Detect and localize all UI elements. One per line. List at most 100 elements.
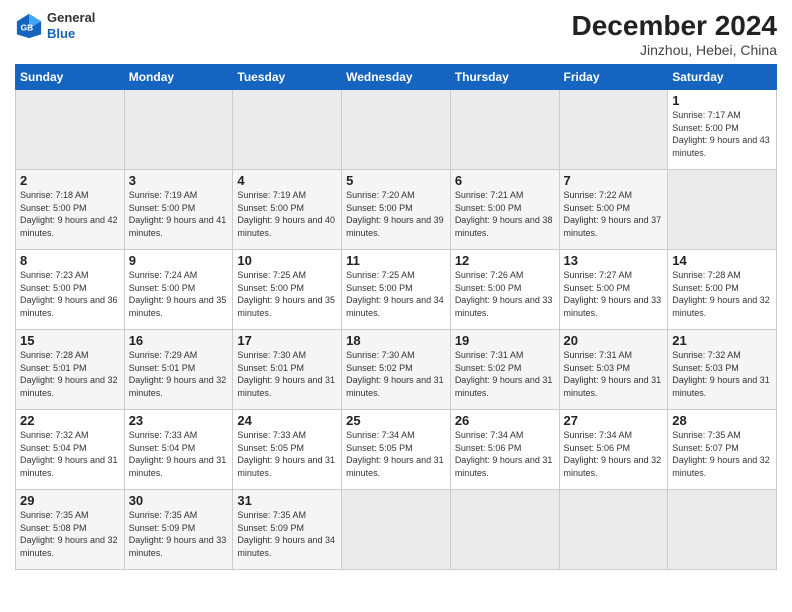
- calendar-cell: 17Sunrise: 7:30 AM Sunset: 5:01 PM Dayli…: [233, 330, 342, 410]
- weekday-thursday: Thursday: [450, 65, 559, 90]
- day-number: 4: [237, 173, 337, 188]
- page-container: GB General Blue December 2024 Jinzhou, H…: [0, 0, 792, 612]
- location: Jinzhou, Hebei, China: [572, 42, 777, 58]
- calendar-cell: 5Sunrise: 7:20 AM Sunset: 5:00 PM Daylig…: [342, 170, 451, 250]
- logo: GB General Blue: [15, 10, 95, 41]
- day-info: Sunrise: 7:33 AM Sunset: 5:05 PM Dayligh…: [237, 429, 337, 479]
- day-number: 27: [564, 413, 664, 428]
- day-number: 14: [672, 253, 772, 268]
- calendar-cell: 1Sunrise: 7:17 AM Sunset: 5:00 PM Daylig…: [668, 90, 777, 170]
- day-number: 16: [129, 333, 229, 348]
- day-number: 12: [455, 253, 555, 268]
- logo-text: General Blue: [47, 10, 95, 41]
- calendar-cell: 18Sunrise: 7:30 AM Sunset: 5:02 PM Dayli…: [342, 330, 451, 410]
- day-info: Sunrise: 7:30 AM Sunset: 5:02 PM Dayligh…: [346, 349, 446, 399]
- weekday-monday: Monday: [124, 65, 233, 90]
- day-number: 25: [346, 413, 446, 428]
- calendar-cell: 22Sunrise: 7:32 AM Sunset: 5:04 PM Dayli…: [16, 410, 125, 490]
- day-info: Sunrise: 7:35 AM Sunset: 5:09 PM Dayligh…: [237, 509, 337, 559]
- week-row-6: 29Sunrise: 7:35 AM Sunset: 5:08 PM Dayli…: [16, 490, 777, 570]
- day-number: 26: [455, 413, 555, 428]
- calendar-cell: 25Sunrise: 7:34 AM Sunset: 5:05 PM Dayli…: [342, 410, 451, 490]
- day-info: Sunrise: 7:20 AM Sunset: 5:00 PM Dayligh…: [346, 189, 446, 239]
- day-info: Sunrise: 7:32 AM Sunset: 5:04 PM Dayligh…: [20, 429, 120, 479]
- logo-blue: Blue: [47, 26, 95, 42]
- day-info: Sunrise: 7:17 AM Sunset: 5:00 PM Dayligh…: [672, 109, 772, 159]
- calendar-cell: 30Sunrise: 7:35 AM Sunset: 5:09 PM Dayli…: [124, 490, 233, 570]
- calendar-cell: 9Sunrise: 7:24 AM Sunset: 5:00 PM Daylig…: [124, 250, 233, 330]
- calendar-cell: [668, 170, 777, 250]
- calendar-cell: [124, 90, 233, 170]
- calendar-cell: 29Sunrise: 7:35 AM Sunset: 5:08 PM Dayli…: [16, 490, 125, 570]
- day-number: 22: [20, 413, 120, 428]
- day-number: 5: [346, 173, 446, 188]
- calendar-cell: 2Sunrise: 7:18 AM Sunset: 5:00 PM Daylig…: [16, 170, 125, 250]
- calendar-cell: 14Sunrise: 7:28 AM Sunset: 5:00 PM Dayli…: [668, 250, 777, 330]
- day-number: 20: [564, 333, 664, 348]
- day-number: 3: [129, 173, 229, 188]
- calendar-cell: [342, 90, 451, 170]
- day-info: Sunrise: 7:35 AM Sunset: 5:07 PM Dayligh…: [672, 429, 772, 479]
- calendar-cell: [450, 490, 559, 570]
- weekday-header-row: SundayMondayTuesdayWednesdayThursdayFrid…: [16, 65, 777, 90]
- calendar-cell: 13Sunrise: 7:27 AM Sunset: 5:00 PM Dayli…: [559, 250, 668, 330]
- week-row-3: 8Sunrise: 7:23 AM Sunset: 5:00 PM Daylig…: [16, 250, 777, 330]
- week-row-5: 22Sunrise: 7:32 AM Sunset: 5:04 PM Dayli…: [16, 410, 777, 490]
- day-info: Sunrise: 7:28 AM Sunset: 5:00 PM Dayligh…: [672, 269, 772, 319]
- day-number: 13: [564, 253, 664, 268]
- day-info: Sunrise: 7:19 AM Sunset: 5:00 PM Dayligh…: [129, 189, 229, 239]
- week-row-4: 15Sunrise: 7:28 AM Sunset: 5:01 PM Dayli…: [16, 330, 777, 410]
- day-number: 6: [455, 173, 555, 188]
- weekday-friday: Friday: [559, 65, 668, 90]
- day-info: Sunrise: 7:33 AM Sunset: 5:04 PM Dayligh…: [129, 429, 229, 479]
- day-info: Sunrise: 7:26 AM Sunset: 5:00 PM Dayligh…: [455, 269, 555, 319]
- day-number: 23: [129, 413, 229, 428]
- day-info: Sunrise: 7:31 AM Sunset: 5:03 PM Dayligh…: [564, 349, 664, 399]
- day-number: 29: [20, 493, 120, 508]
- svg-text:GB: GB: [21, 22, 34, 32]
- calendar-cell: 11Sunrise: 7:25 AM Sunset: 5:00 PM Dayli…: [342, 250, 451, 330]
- calendar-cell: 26Sunrise: 7:34 AM Sunset: 5:06 PM Dayli…: [450, 410, 559, 490]
- calendar-cell: 27Sunrise: 7:34 AM Sunset: 5:06 PM Dayli…: [559, 410, 668, 490]
- day-number: 1: [672, 93, 772, 108]
- weekday-sunday: Sunday: [16, 65, 125, 90]
- day-info: Sunrise: 7:25 AM Sunset: 5:00 PM Dayligh…: [346, 269, 446, 319]
- day-number: 19: [455, 333, 555, 348]
- day-number: 7: [564, 173, 664, 188]
- calendar-cell: [233, 90, 342, 170]
- day-number: 21: [672, 333, 772, 348]
- calendar-cell: 19Sunrise: 7:31 AM Sunset: 5:02 PM Dayli…: [450, 330, 559, 410]
- week-row-2: 2Sunrise: 7:18 AM Sunset: 5:00 PM Daylig…: [16, 170, 777, 250]
- day-info: Sunrise: 7:28 AM Sunset: 5:01 PM Dayligh…: [20, 349, 120, 399]
- day-number: 30: [129, 493, 229, 508]
- calendar-cell: 15Sunrise: 7:28 AM Sunset: 5:01 PM Dayli…: [16, 330, 125, 410]
- calendar-cell: 6Sunrise: 7:21 AM Sunset: 5:00 PM Daylig…: [450, 170, 559, 250]
- page-header: GB General Blue December 2024 Jinzhou, H…: [15, 10, 777, 58]
- calendar-cell: 23Sunrise: 7:33 AM Sunset: 5:04 PM Dayli…: [124, 410, 233, 490]
- calendar-cell: 24Sunrise: 7:33 AM Sunset: 5:05 PM Dayli…: [233, 410, 342, 490]
- day-number: 9: [129, 253, 229, 268]
- day-info: Sunrise: 7:35 AM Sunset: 5:09 PM Dayligh…: [129, 509, 229, 559]
- weekday-wednesday: Wednesday: [342, 65, 451, 90]
- day-number: 28: [672, 413, 772, 428]
- calendar-cell: 7Sunrise: 7:22 AM Sunset: 5:00 PM Daylig…: [559, 170, 668, 250]
- day-number: 11: [346, 253, 446, 268]
- day-number: 31: [237, 493, 337, 508]
- calendar-cell: 21Sunrise: 7:32 AM Sunset: 5:03 PM Dayli…: [668, 330, 777, 410]
- calendar-cell: [342, 490, 451, 570]
- calendar-cell: [450, 90, 559, 170]
- day-info: Sunrise: 7:23 AM Sunset: 5:00 PM Dayligh…: [20, 269, 120, 319]
- week-row-1: 1Sunrise: 7:17 AM Sunset: 5:00 PM Daylig…: [16, 90, 777, 170]
- day-info: Sunrise: 7:30 AM Sunset: 5:01 PM Dayligh…: [237, 349, 337, 399]
- calendar-cell: 28Sunrise: 7:35 AM Sunset: 5:07 PM Dayli…: [668, 410, 777, 490]
- day-number: 18: [346, 333, 446, 348]
- month-title: December 2024: [572, 10, 777, 42]
- calendar-cell: 20Sunrise: 7:31 AM Sunset: 5:03 PM Dayli…: [559, 330, 668, 410]
- day-number: 8: [20, 253, 120, 268]
- day-info: Sunrise: 7:22 AM Sunset: 5:00 PM Dayligh…: [564, 189, 664, 239]
- day-info: Sunrise: 7:18 AM Sunset: 5:00 PM Dayligh…: [20, 189, 120, 239]
- day-info: Sunrise: 7:34 AM Sunset: 5:05 PM Dayligh…: [346, 429, 446, 479]
- calendar-cell: 4Sunrise: 7:19 AM Sunset: 5:00 PM Daylig…: [233, 170, 342, 250]
- day-info: Sunrise: 7:27 AM Sunset: 5:00 PM Dayligh…: [564, 269, 664, 319]
- day-info: Sunrise: 7:25 AM Sunset: 5:00 PM Dayligh…: [237, 269, 337, 319]
